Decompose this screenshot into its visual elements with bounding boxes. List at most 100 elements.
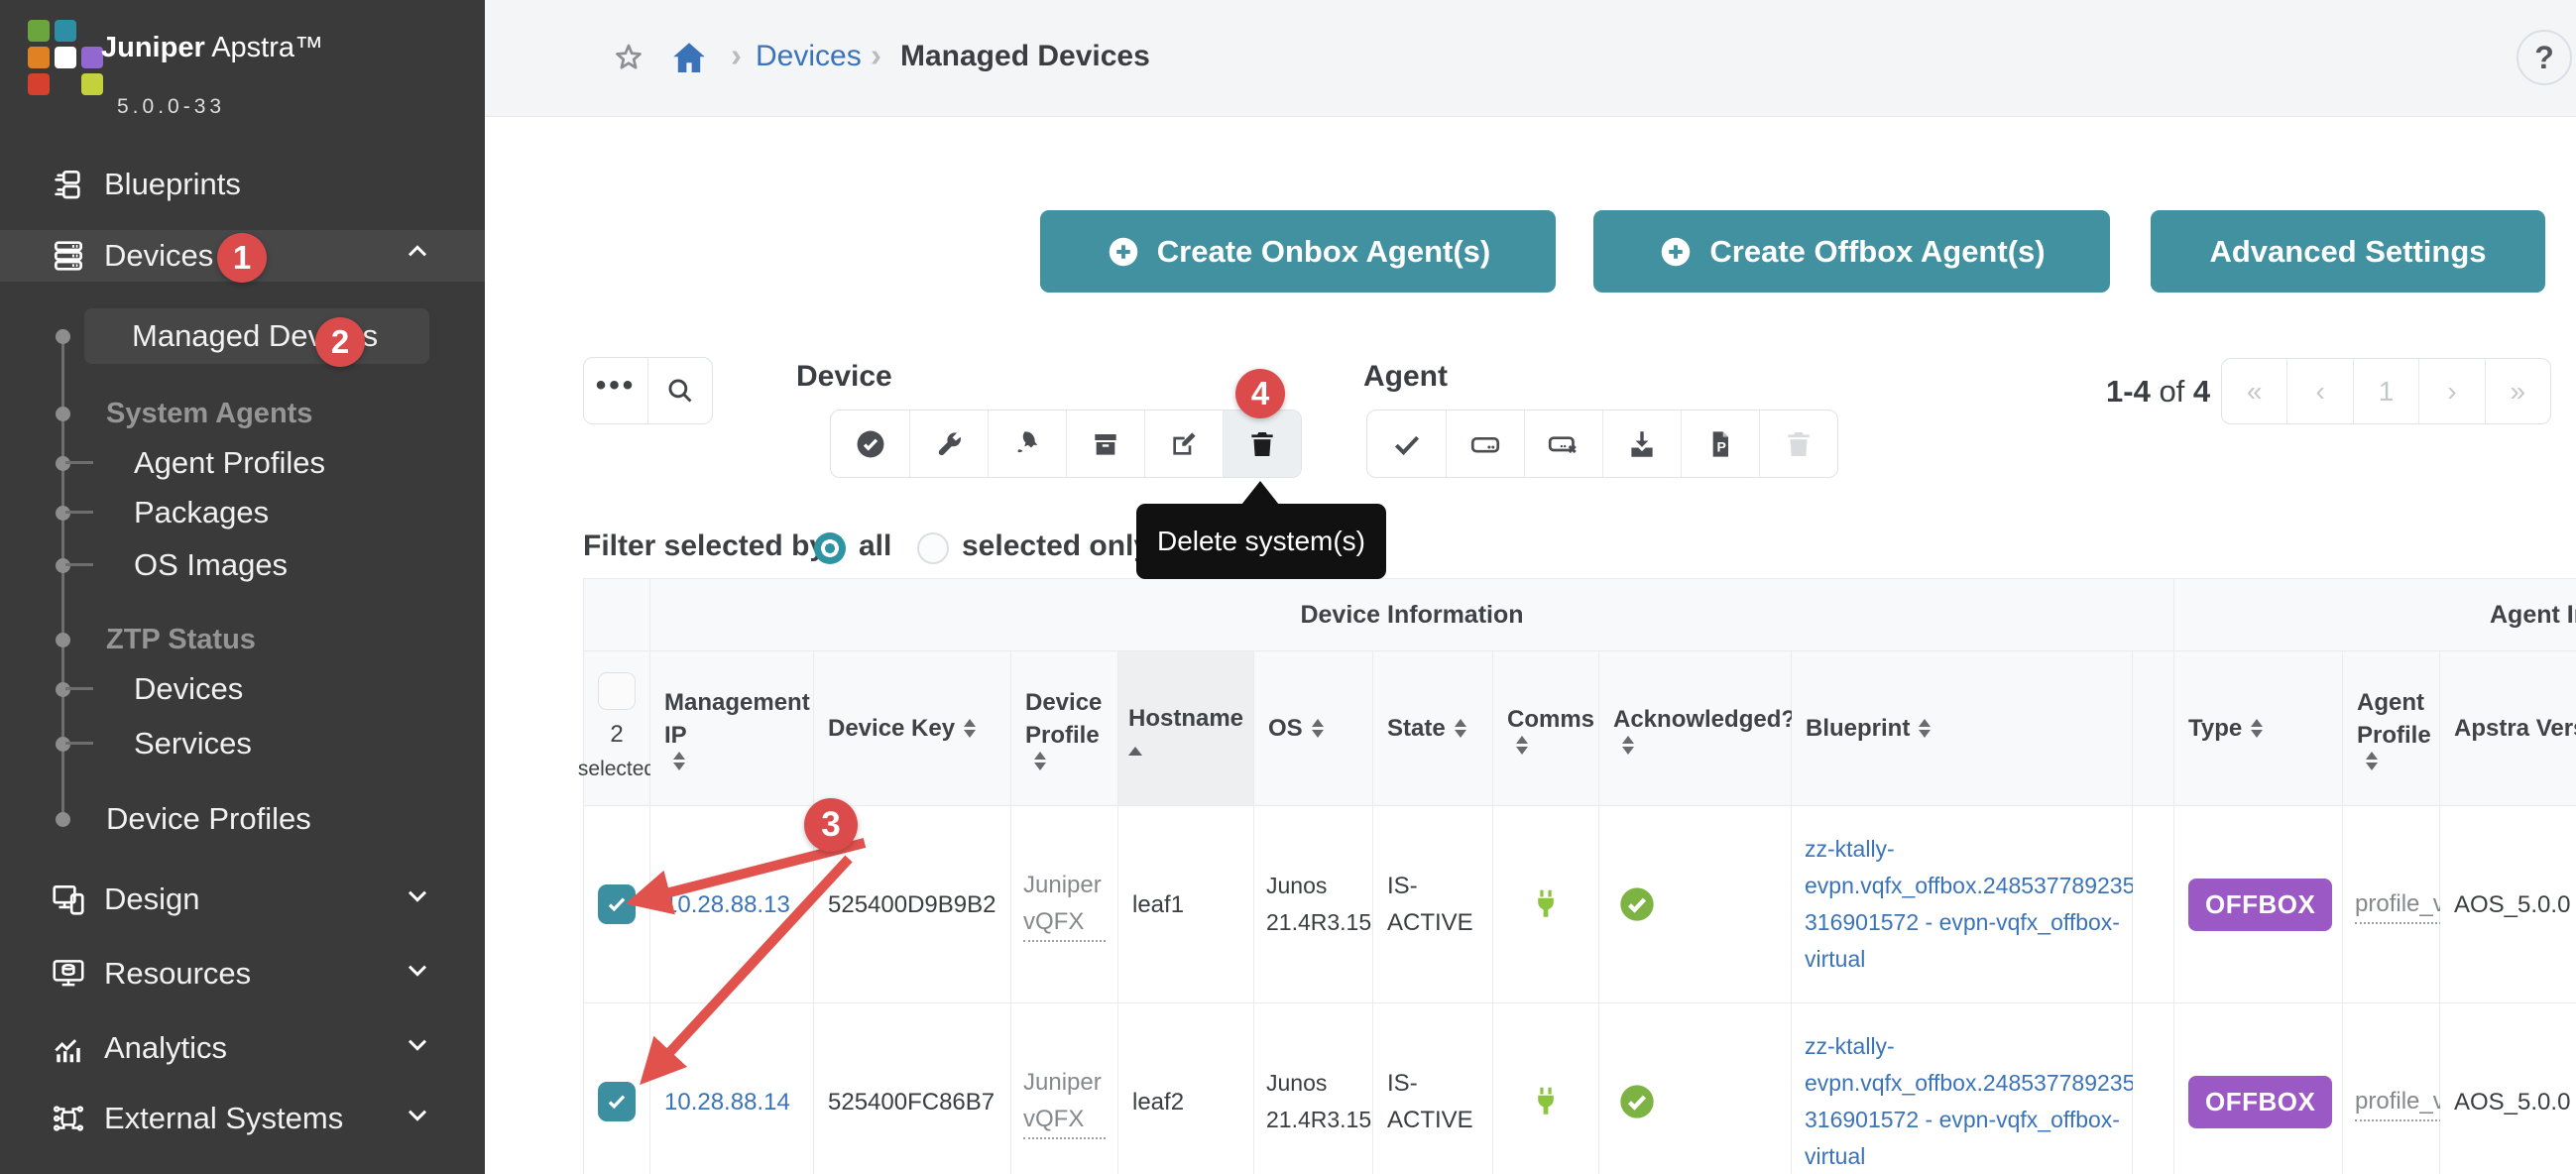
- prev-page-button[interactable]: ‹: [2286, 359, 2352, 423]
- management-ip-link[interactable]: 10.28.88.13: [664, 886, 790, 923]
- column-header-blueprint[interactable]: Blueprint: [1792, 651, 2133, 806]
- agent-profile-button[interactable]: P: [1681, 411, 1759, 477]
- offbox-badge: OFFBOX: [2188, 1076, 2332, 1128]
- profile-file-icon: P: [1704, 428, 1736, 460]
- more-options-button[interactable]: •••: [584, 358, 647, 423]
- current-page-button[interactable]: 1: [2353, 359, 2418, 423]
- column-header-comms[interactable]: Comms: [1493, 651, 1599, 806]
- chevron-up-icon: [402, 236, 433, 276]
- sidebar-item-analytics[interactable]: Analytics: [0, 1022, 485, 1074]
- device-profile-cell: Juniper vQFX: [1011, 1003, 1118, 1174]
- last-page-button[interactable]: »: [2485, 359, 2550, 423]
- state-cell: IS-ACTIVE: [1373, 1003, 1493, 1174]
- sidebar-item-ztp-status: ZTP Status: [0, 614, 485, 665]
- first-page-button[interactable]: «: [2222, 359, 2286, 423]
- acknowledged-cell: [1599, 806, 1792, 1003]
- edit-button[interactable]: [1144, 411, 1223, 477]
- deploy-button[interactable]: [988, 411, 1066, 477]
- button-label: Advanced Settings: [2209, 234, 2486, 270]
- create-onbox-agents-button[interactable]: Create Onbox Agent(s): [1040, 210, 1556, 293]
- sidebar-item-managed-devices[interactable]: Managed Devices: [84, 308, 429, 364]
- select-all-header: 2 selected: [584, 651, 650, 806]
- sidebar-item-ztp-devices[interactable]: Devices: [0, 663, 485, 715]
- juniper-logo-icon: [28, 20, 103, 95]
- install-image-button[interactable]: [1602, 411, 1681, 477]
- row-checkbox-checked[interactable]: [598, 884, 636, 924]
- breadcrumb-devices-link[interactable]: Devices: [756, 40, 862, 73]
- agent-profile-cell: profile_vqfx: [2343, 806, 2440, 1003]
- plug-connected-icon: [1528, 886, 1564, 922]
- app-version: 5.0.0-33: [117, 95, 225, 119]
- selected-word: selected: [578, 753, 655, 785]
- column-header-acknowledged[interactable]: Acknowledged?: [1599, 651, 1792, 806]
- sidebar-item-design[interactable]: Design: [0, 874, 485, 925]
- column-header-device-key[interactable]: Device Key: [814, 651, 1011, 806]
- sidebar-item-label: Blueprints: [104, 167, 241, 202]
- spacer-cell: [2133, 806, 2174, 1003]
- blueprint-cell: zz-ktally-evpn.vqfx_offbox.2485377892354…: [1792, 806, 2133, 1003]
- agent-profile-cell: profile_vqfx: [2343, 1003, 2440, 1174]
- column-header-os[interactable]: OS: [1254, 651, 1373, 806]
- uninstall-agent-button[interactable]: [1524, 411, 1602, 477]
- decommission-button[interactable]: [1066, 411, 1144, 477]
- filter-selected-only-label[interactable]: selected only: [962, 529, 1150, 563]
- sidebar-item-services[interactable]: Services: [0, 718, 485, 769]
- resources-icon: [48, 955, 89, 993]
- sidebar-item-os-images[interactable]: OS Images: [0, 539, 485, 591]
- delete-systems-button[interactable]: [1223, 411, 1301, 477]
- maintenance-button[interactable]: [909, 411, 988, 477]
- hostname-cell: leaf1: [1118, 806, 1254, 1003]
- sidebar-item-system-agents: System Agents: [0, 388, 485, 439]
- hostname-cell: leaf2: [1118, 1003, 1254, 1174]
- home-icon[interactable]: [668, 38, 710, 84]
- search-button[interactable]: [647, 358, 712, 423]
- filter-all-radio[interactable]: [814, 532, 846, 564]
- acknowledge-button[interactable]: [831, 411, 909, 477]
- blueprints-icon: [48, 166, 89, 203]
- devices-icon: [48, 237, 89, 275]
- sidebar-item-blueprints[interactable]: Blueprints: [0, 159, 485, 210]
- archive-box-icon: [1090, 428, 1121, 460]
- chevron-down-icon: [402, 1099, 433, 1138]
- svg-text:P: P: [1717, 438, 1726, 454]
- filter-all-label[interactable]: all: [859, 529, 891, 563]
- advanced-settings-button[interactable]: Advanced Settings: [2151, 210, 2545, 293]
- app-root: Juniper Apstra™ 5.0.0-33 Blueprints Devi…: [0, 0, 2576, 1174]
- column-header-type[interactable]: Type: [2174, 651, 2343, 806]
- blueprint-link[interactable]: zz-ktally-evpn.vqfx_offbox.2485377892354…: [1805, 831, 2156, 978]
- sidebar-item-external-systems[interactable]: External Systems: [0, 1093, 485, 1144]
- column-header-device-profile[interactable]: Device Profile: [1011, 651, 1118, 806]
- create-offbox-agents-button[interactable]: Create Offbox Agent(s): [1593, 210, 2110, 293]
- help-button[interactable]: ?: [2517, 30, 2572, 85]
- next-page-button[interactable]: ›: [2418, 359, 2484, 423]
- plus-circle-icon: [1106, 234, 1141, 270]
- select-all-checkbox[interactable]: [598, 672, 636, 710]
- managed-devices-table: Device Information Agent Information 2 s…: [583, 578, 2576, 1174]
- agent-check-button[interactable]: [1367, 411, 1446, 477]
- column-header-state[interactable]: State: [1373, 651, 1493, 806]
- favorite-star-icon[interactable]: [610, 40, 647, 82]
- sidebar-item-agent-profiles[interactable]: Agent Profiles: [0, 437, 485, 489]
- type-cell: OFFBOX: [2174, 1003, 2343, 1174]
- install-agent-button[interactable]: [1446, 411, 1524, 477]
- management-ip-link[interactable]: 10.28.88.14: [664, 1084, 790, 1120]
- sidebar-item-device-profiles[interactable]: Device Profiles: [0, 793, 485, 845]
- sidebar-item-packages[interactable]: Packages: [0, 487, 485, 538]
- row-checkbox-checked[interactable]: [598, 1082, 636, 1121]
- agent-delete-button-disabled[interactable]: [1759, 411, 1837, 477]
- edit-icon: [1168, 428, 1200, 460]
- sidebar-item-resources[interactable]: Resources: [0, 948, 485, 999]
- column-header-apstra-version[interactable]: Apstra Version: [2440, 651, 2576, 806]
- delete-systems-tooltip: Delete system(s): [1136, 504, 1386, 579]
- filter-selected-only-radio[interactable]: [917, 532, 949, 564]
- blueprint-link[interactable]: zz-ktally-evpn.vqfx_offbox.2485377892354…: [1805, 1028, 2156, 1174]
- column-header-management-ip[interactable]: Management IP: [650, 651, 814, 806]
- breadcrumb-separator: ›: [871, 37, 881, 74]
- breadcrumb-current-page: Managed Devices: [900, 40, 1150, 73]
- search-icon: [663, 374, 697, 408]
- column-header-hostname[interactable]: Hostname: [1118, 651, 1254, 806]
- sort-icon: [1455, 719, 1466, 738]
- column-header-agent-profile[interactable]: Agent Profile: [2343, 651, 2440, 806]
- external-systems-icon: [48, 1100, 89, 1137]
- chevron-down-icon: [402, 1028, 433, 1068]
